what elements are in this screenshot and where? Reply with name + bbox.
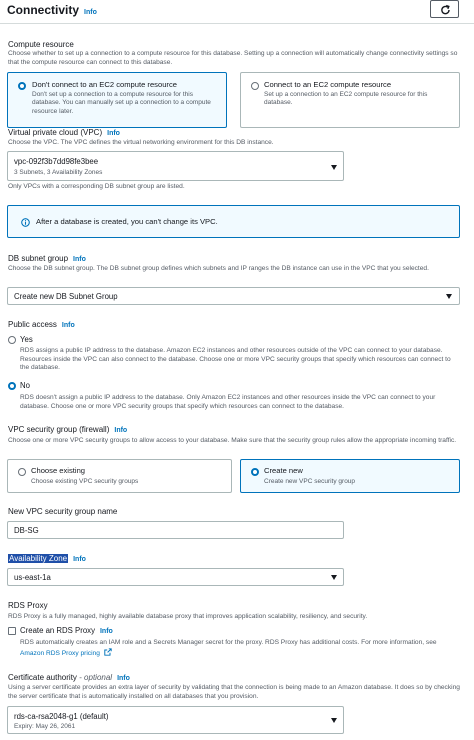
- connectivity-heading: Connectivity: [7, 3, 80, 17]
- vpc-info-link[interactable]: Info: [107, 130, 120, 137]
- vpc-alert-text: After a database is created, you can't c…: [36, 217, 218, 226]
- cert-label: Certificate authority: [8, 673, 77, 682]
- vpc-caret-icon: [331, 165, 337, 170]
- vpc-subvalue: 3 Subnets, 3 Availability Zones: [14, 169, 103, 176]
- no-ec2-radio[interactable]: [18, 82, 26, 90]
- proxy-label: RDS Proxy: [8, 601, 48, 610]
- vpc-select[interactable]: vpc-092f3b7dd98fe3bee 3 Subnets, 3 Avail…: [7, 151, 344, 181]
- choose-existing-title: Choose existing: [31, 466, 86, 475]
- subnet-info-link[interactable]: Info: [73, 256, 86, 263]
- vpc-label-row: Virtual private cloud (VPC) Info: [8, 128, 120, 138]
- create-new-desc: Create new VPC security group: [264, 478, 356, 485]
- info-circle-icon: [21, 218, 30, 227]
- public-yes-radio[interactable]: [8, 336, 16, 344]
- proxy-desc: RDS Proxy is a fully managed, highly ava…: [8, 613, 368, 620]
- compute-resource-desc: Choose whether to set up a connection to…: [8, 50, 458, 66]
- sg-desc: Choose one or more VPC security groups t…: [8, 437, 457, 444]
- proxy-pricing-link[interactable]: Amazon RDS Proxy pricing: [20, 650, 100, 657]
- create-new-radio[interactable]: [251, 468, 259, 476]
- external-link-icon[interactable]: [104, 647, 112, 656]
- sg-label-row: VPC security group (firewall) Info: [8, 425, 127, 435]
- vpc-hint: Only VPCs with a corresponding DB subnet…: [8, 183, 185, 190]
- public-no-radio[interactable]: [8, 382, 16, 390]
- option-create-new-sg[interactable]: Create new Create new VPC security group: [240, 459, 460, 493]
- create-proxy-label[interactable]: Create an RDS Proxy: [20, 626, 95, 635]
- public-access-label-row: Public access Info: [8, 320, 75, 330]
- choose-existing-desc: Choose existing VPC security groups: [31, 478, 139, 485]
- public-yes-desc: RDS assigns a public IP address to the d…: [20, 347, 451, 372]
- proxy-info-link[interactable]: Info: [100, 628, 113, 635]
- vpc-alert: After a database is created, you can't c…: [7, 205, 460, 238]
- sg-info-link[interactable]: Info: [114, 427, 127, 434]
- ec2-connect-title: Connect to an EC2 compute resource: [264, 80, 392, 89]
- public-yes-label[interactable]: Yes: [20, 335, 33, 345]
- vpc-value: vpc-092f3b7dd98fe3bee: [14, 157, 99, 166]
- az-select[interactable]: us-east-1a: [7, 568, 344, 586]
- az-info-link[interactable]: Info: [73, 556, 86, 563]
- cert-value: rds-ca-rsa2048-g1 (default): [14, 712, 109, 721]
- no-ec2-desc: Don't set up a connection to a compute r…: [32, 91, 211, 115]
- refresh-button[interactable]: [430, 0, 459, 18]
- public-access-label: Public access: [8, 320, 57, 329]
- public-no-desc: RDS doesn't assign a public IP address t…: [20, 394, 436, 410]
- ec2-connect-radio[interactable]: [251, 82, 259, 90]
- vpc-desc: Choose the VPC. The VPC defines the virt…: [8, 139, 274, 146]
- az-label: Availability Zone: [8, 554, 69, 563]
- create-proxy-label-row: Create an RDS Proxy Info: [20, 626, 113, 636]
- subnet-label-row: DB subnet group Info: [8, 254, 86, 264]
- section-title: Connectivity Info: [7, 3, 97, 19]
- new-sg-name-label: New VPC security group name: [8, 507, 118, 516]
- public-no-label[interactable]: No: [20, 381, 30, 391]
- public-access-info-link[interactable]: Info: [62, 322, 75, 329]
- cert-label-row: Certificate authority - optional Info: [8, 673, 130, 683]
- refresh-icon: [441, 4, 450, 15]
- cert-expiry: Expiry: May 26, 2061: [14, 723, 76, 730]
- subnet-value: Create new DB Subnet Group: [14, 292, 118, 301]
- cert-caret-icon: [331, 718, 337, 723]
- cert-desc: Using a server certificate provides an e…: [8, 684, 460, 700]
- choose-existing-radio[interactable]: [18, 468, 26, 476]
- subnet-select[interactable]: Create new DB Subnet Group: [7, 287, 460, 305]
- create-proxy-checkbox[interactable]: [8, 627, 16, 635]
- new-sg-name-value: DB-SG: [14, 526, 39, 535]
- cert-info-link[interactable]: Info: [117, 675, 130, 682]
- cert-optional: - optional: [79, 673, 113, 682]
- create-new-title: Create new: [264, 466, 303, 475]
- compute-resource-label: Compute resource: [8, 40, 74, 49]
- option-ec2-connect[interactable]: Connect to an EC2 compute resource Set u…: [240, 72, 460, 128]
- connectivity-info-link[interactable]: Info: [84, 9, 97, 16]
- cert-select[interactable]: rds-ca-rsa2048-g1 (default) Expiry: May …: [7, 706, 344, 734]
- create-proxy-desc: RDS automatically creates an IAM role an…: [20, 639, 437, 646]
- sg-label: VPC security group (firewall): [8, 425, 110, 434]
- no-ec2-title: Don't connect to an EC2 compute resource: [32, 80, 177, 89]
- az-value: us-east-1a: [14, 573, 51, 582]
- subnet-desc: Choose the DB subnet group. The DB subne…: [8, 265, 429, 272]
- az-label-row: Availability Zone Info: [8, 554, 86, 564]
- create-proxy-desc-row: RDS automatically creates an IAM role an…: [20, 639, 460, 658]
- subnet-caret-icon: [446, 294, 452, 299]
- option-no-ec2-connect[interactable]: Don't connect to an EC2 compute resource…: [7, 72, 227, 128]
- option-choose-existing-sg[interactable]: Choose existing Choose existing VPC secu…: [7, 459, 232, 493]
- new-sg-name-input[interactable]: DB-SG: [7, 521, 344, 539]
- az-caret-icon: [331, 575, 337, 580]
- ec2-connect-desc: Set up a connection to an EC2 compute re…: [264, 91, 428, 107]
- vpc-label: Virtual private cloud (VPC): [8, 128, 103, 137]
- subnet-label: DB subnet group: [8, 254, 69, 263]
